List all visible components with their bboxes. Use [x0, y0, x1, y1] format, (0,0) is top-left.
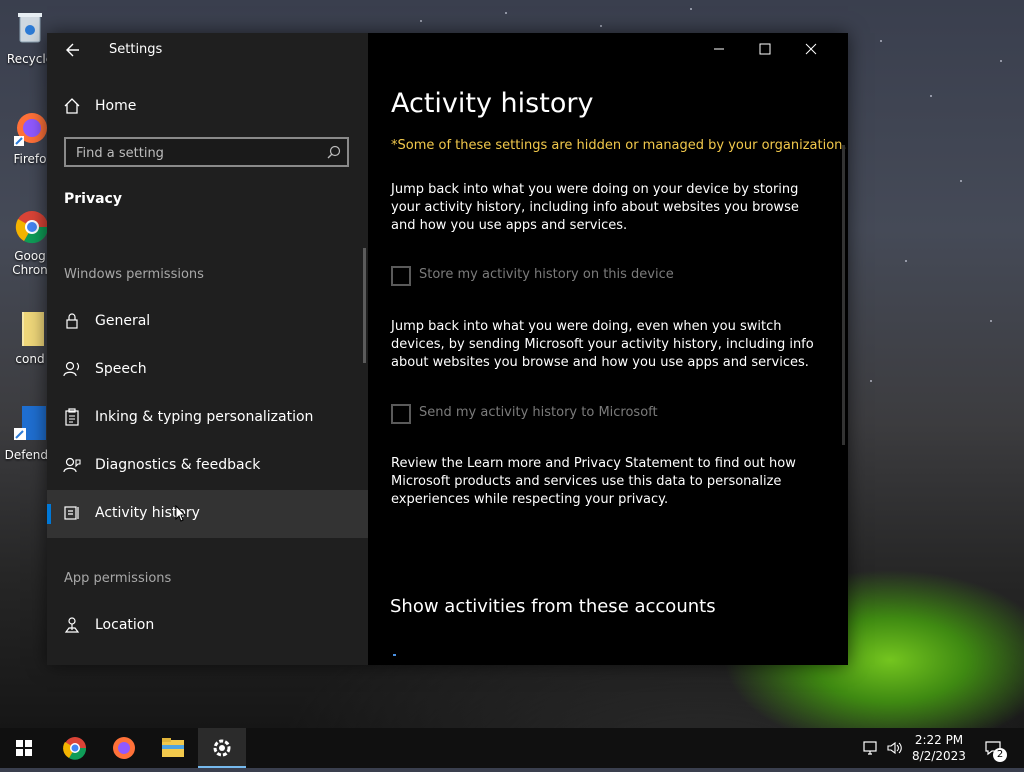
chrome-icon	[63, 737, 87, 760]
taskbar-settings[interactable]	[198, 728, 246, 768]
settings-window: Settings Home Privacy Windows permission…	[47, 33, 848, 665]
description-microsoft: Jump back into what you were doing, even…	[391, 319, 814, 370]
app-title: Settings	[109, 42, 163, 57]
maximize-icon	[759, 43, 771, 55]
clock[interactable]: 2:22 PM 8/2/2023	[904, 732, 974, 764]
description-privacy: Review the Learn more and Privacy Statem…	[391, 456, 796, 507]
settings-nav-pane: Settings Home Privacy Windows permission…	[47, 33, 368, 665]
nav-item-activity-history[interactable]: Activity history	[47, 490, 368, 538]
home-icon	[64, 98, 80, 114]
recycle-bin-icon	[10, 8, 50, 48]
search-box[interactable]	[64, 137, 349, 167]
nav-item-label: Speech	[95, 361, 147, 377]
send-history-checkbox-row[interactable]: Send my activity history to Microsoft	[391, 404, 821, 426]
search-icon	[327, 145, 341, 159]
arrow-left-icon	[66, 43, 79, 57]
nav-home[interactable]: Home	[47, 89, 368, 123]
feedback-icon	[63, 457, 81, 473]
speech-icon	[63, 361, 80, 377]
nav-item-label: Diagnostics & feedback	[95, 457, 261, 473]
store-history-checkbox[interactable]	[391, 266, 411, 286]
defender-shield-icon	[10, 404, 50, 444]
network-icon[interactable]	[862, 739, 880, 757]
taskbar: 2:22 PM 8/2/2023 2	[0, 728, 1024, 768]
nav-item-speech[interactable]: Speech	[47, 346, 368, 394]
windows-logo-icon	[16, 740, 32, 756]
nav-item-diagnostics[interactable]: Diagnostics & feedback	[47, 442, 368, 490]
nav-home-label: Home	[95, 98, 137, 114]
volume-icon[interactable]	[886, 739, 904, 757]
back-button[interactable]	[61, 41, 83, 59]
group-header-windows-permissions: Windows permissions	[64, 267, 204, 282]
folder-icon	[162, 738, 184, 757]
clock-time: 2:22 PM	[914, 733, 964, 747]
close-icon	[805, 43, 817, 55]
store-history-checkbox-row[interactable]: Store my activity history on this device	[391, 266, 821, 288]
toggle-partial[interactable]	[393, 654, 396, 656]
search-input[interactable]	[74, 143, 318, 163]
page-title: Activity history	[391, 88, 594, 119]
window-controls	[708, 33, 848, 65]
title-bar: Settings	[47, 33, 368, 67]
clipboard-icon	[65, 408, 79, 426]
accounts-heading: Show activities from these accounts	[390, 596, 716, 617]
nav-item-label: General	[95, 313, 151, 329]
group-header-app-permissions: App permissions	[64, 571, 172, 586]
store-history-label: Store my activity history on this device	[419, 267, 674, 282]
nav-item-label: Location	[95, 617, 155, 633]
description-device: Jump back into what you were doing on yo…	[391, 182, 799, 233]
firefox-icon	[113, 737, 135, 759]
section-title: Privacy	[64, 191, 122, 207]
nav-item-general[interactable]: General	[47, 298, 368, 346]
maximize-button[interactable]	[754, 39, 776, 59]
location-icon	[64, 617, 80, 633]
nav-item-label: Inking & typing personalization	[95, 409, 314, 425]
nav-scrollbar[interactable]	[363, 248, 366, 363]
send-history-label: Send my activity history to Microsoft	[419, 405, 658, 420]
content-scrollbar[interactable]	[842, 145, 845, 445]
close-button[interactable]	[800, 39, 822, 59]
taskbar-chrome[interactable]	[51, 728, 99, 768]
lock-icon	[66, 313, 78, 329]
nav-item-inking-typing[interactable]: Inking & typing personalization	[47, 394, 368, 442]
activity-history-icon	[64, 506, 79, 520]
clock-date: 8/2/2023	[912, 749, 966, 763]
content-pane: Activity history *Some of these settings…	[368, 33, 848, 665]
nav-item-location[interactable]: Location	[47, 602, 368, 650]
taskbar-firefox[interactable]	[100, 728, 148, 768]
minimize-icon	[714, 48, 724, 50]
send-history-checkbox[interactable]	[391, 404, 411, 424]
managed-warning: *Some of these settings are hidden or ma…	[391, 138, 847, 153]
notification-badge: 2	[993, 748, 1007, 762]
folder-icon	[10, 308, 50, 348]
minimize-button[interactable]	[708, 39, 730, 59]
taskbar-file-explorer[interactable]	[149, 728, 197, 768]
firefox-icon	[10, 108, 50, 148]
gear-icon	[213, 739, 231, 757]
start-button[interactable]	[0, 728, 48, 768]
chrome-icon	[10, 205, 50, 245]
mouse-cursor-icon	[175, 505, 187, 522]
